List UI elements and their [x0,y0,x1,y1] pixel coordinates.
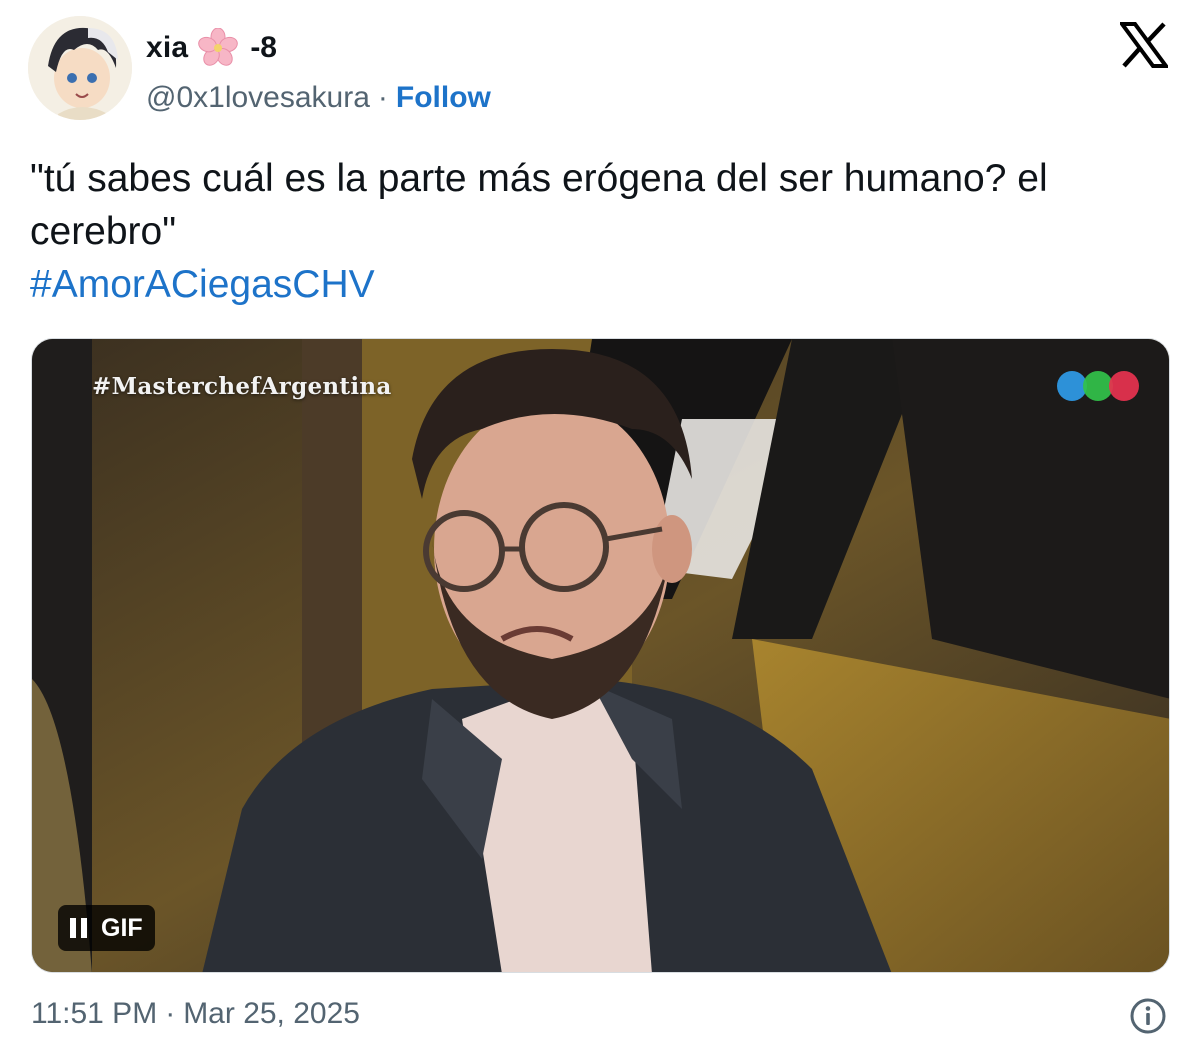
author-handle-row: @0x1lovesakura · Follow [146,78,491,118]
follow-button[interactable]: Follow [396,81,491,115]
channel-logo [1057,371,1139,401]
tweet-text-block: "tú sabes cuál es la parte más erógena d… [30,152,1180,311]
author-display-name[interactable]: xia [146,31,188,65]
tweet-text: "tú sabes cuál es la parte más erógena d… [30,157,1048,253]
channel-logo-dot-red [1109,371,1139,401]
avatar[interactable] [28,16,132,120]
cherry-blossom-icon [198,27,239,68]
author-name-row[interactable]: xia -8 [146,27,277,68]
tweet-timestamp[interactable]: 11:51 PM · Mar 25, 2025 [31,997,360,1031]
info-icon[interactable] [1129,997,1167,1035]
avatar-image [28,16,132,120]
gif-frame [32,339,1169,972]
gif-watermark: #MasterchefArgentina [92,373,392,400]
handle-separator: · [377,81,388,114]
timestamp-date: Mar 25, 2025 [183,997,360,1030]
x-logo-icon[interactable] [1118,22,1170,68]
gif-label: GIF [101,913,143,942]
gif-media[interactable]: #MasterchefArgentina GIF [31,338,1170,973]
timestamp-time: 11:51 PM [31,997,158,1030]
pause-icon[interactable] [70,918,87,938]
timestamp-separator: · [165,997,176,1030]
author-name-suffix: -8 [250,31,277,64]
hashtag-link[interactable]: #AmorACiegasCHV [30,263,375,306]
gif-badge: GIF [58,905,155,951]
author-handle[interactable]: @0x1lovesakura [146,81,370,115]
